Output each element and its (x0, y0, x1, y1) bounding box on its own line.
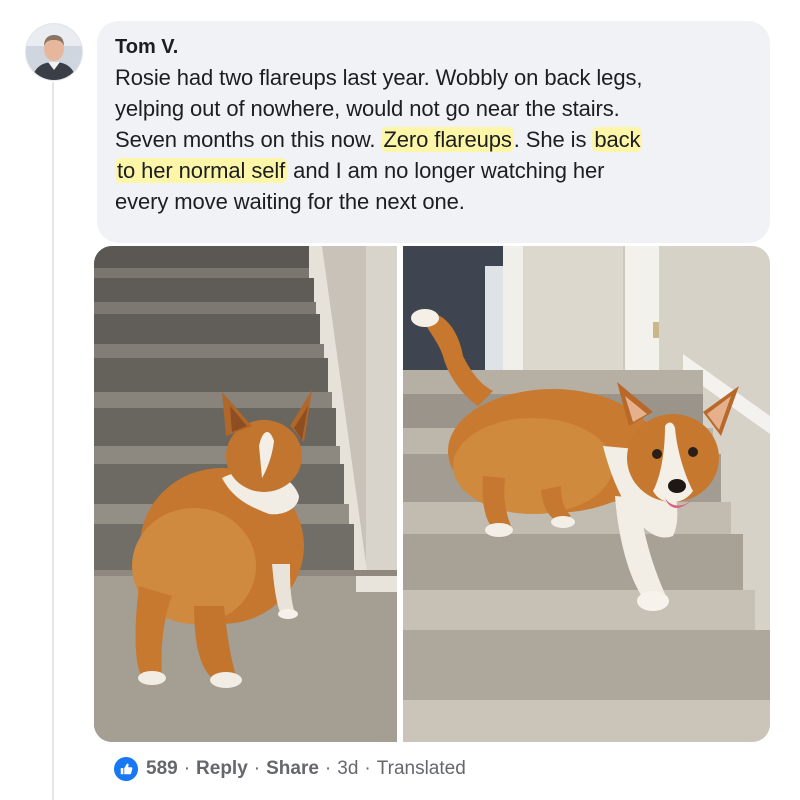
text-run: every move waiting for the next one. (115, 189, 465, 214)
author-name[interactable]: Tom V. (115, 34, 752, 60)
comment-text: Rosie had two flareups last year. Wobbly… (115, 62, 752, 217)
comment-line: yelping out of nowhere, would not go nea… (115, 93, 752, 124)
text-run: yelping out of nowhere, would not go nea… (115, 96, 620, 121)
like-count[interactable]: 589 (146, 758, 178, 780)
separator: · (183, 758, 191, 779)
corgi-facing-stairs-image (94, 246, 397, 742)
separator: · (364, 758, 371, 779)
highlighted-text: to her normal self (115, 158, 288, 183)
photo-corgi-facing-stairs[interactable] (94, 246, 397, 742)
separator: · (253, 758, 261, 779)
comment-line: to her normal self and I am no longer wa… (115, 155, 752, 186)
text-run: . She is (513, 127, 593, 152)
avatar-photo (26, 24, 82, 80)
separator: · (324, 758, 332, 779)
corgi-walking-down-stairs-image (403, 246, 770, 742)
share-button[interactable]: Share (266, 758, 319, 780)
timestamp[interactable]: 3d (337, 758, 358, 780)
thread-line (52, 82, 54, 800)
highlighted-text: back (592, 127, 643, 152)
photo-corgi-walking-down-stairs[interactable] (403, 246, 770, 742)
highlighted-text: Zero flareups (381, 127, 514, 152)
avatar[interactable] (26, 24, 82, 80)
comment-line: every move waiting for the next one. (115, 186, 752, 217)
comment-line: Seven months on this now. Zero flareups.… (115, 124, 752, 155)
reply-button[interactable]: Reply (196, 758, 248, 780)
comment-line: Rosie had two flareups last year. Wobbly… (115, 62, 752, 93)
translated-label[interactable]: Translated (377, 758, 466, 780)
text-run: Seven months on this now. (115, 127, 382, 152)
text-run: and I am no longer watching her (287, 158, 605, 183)
thumbs-up-icon[interactable] (114, 757, 138, 781)
comment-actions: 589 · Reply · Share · 3d · Translated (114, 754, 466, 784)
comment-bubble: Tom V. Rosie had two flareups last year.… (97, 21, 770, 243)
text-run: Rosie had two flareups last year. Wobbly… (115, 65, 643, 90)
